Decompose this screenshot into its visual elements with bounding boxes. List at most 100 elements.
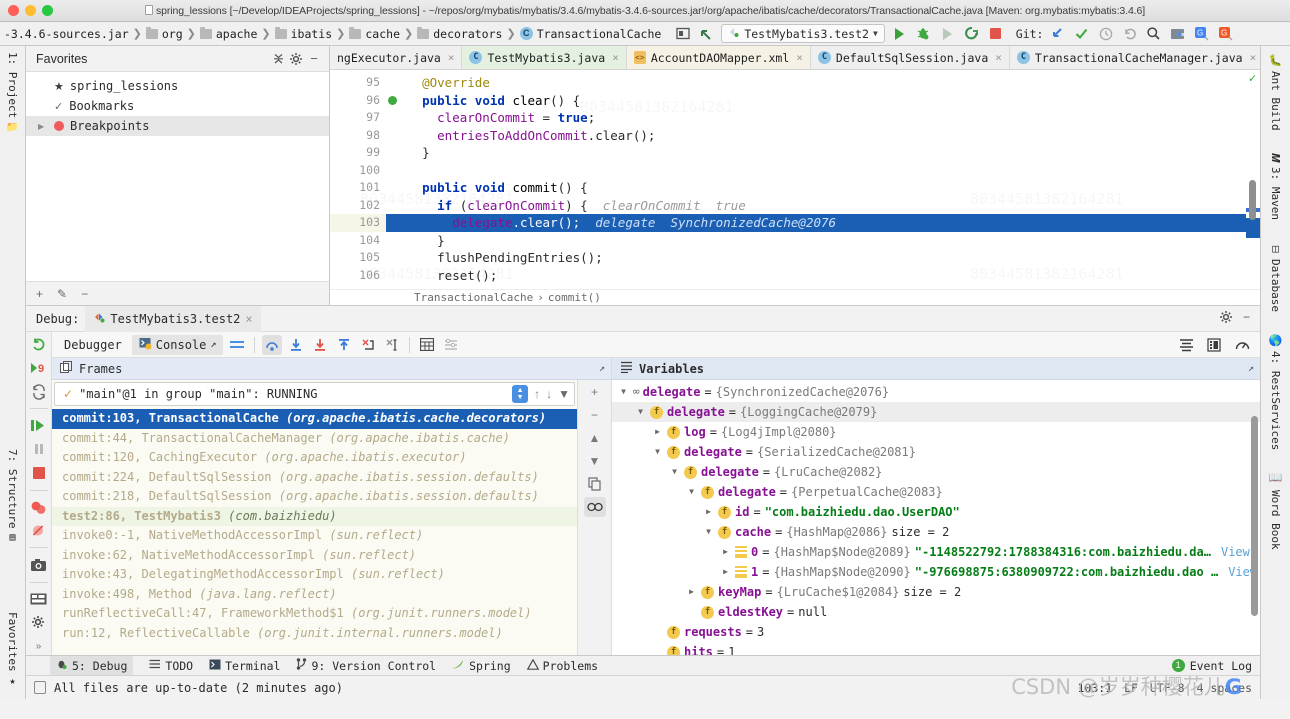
variable-row[interactable]: ▼ f delegate = {LruCache@2082} — [612, 462, 1260, 482]
variable-row[interactable]: f requests = 3 — [612, 622, 1260, 642]
variable-row[interactable]: ▼ f delegate = {SerializedCache@2081} — [612, 442, 1260, 462]
git-update-icon[interactable] — [1048, 24, 1067, 43]
sidebar-item-ant-build[interactable]: 🐛 Ant Build — [1269, 54, 1282, 131]
copy-icon[interactable] — [584, 474, 606, 494]
variables-tree[interactable]: ▼ ∞ delegate = {SynchronizedCache@2076} ▼ f del… — [612, 380, 1260, 655]
variable-row[interactable]: ▼ f delegate = {PerpetualCache@2083} — [612, 482, 1260, 502]
expand-triangle-icon[interactable]: ▶ — [720, 542, 731, 562]
grammar-checker-icon[interactable]: G — [1216, 24, 1235, 43]
tool-window-version-control[interactable]: 9: Version Control — [296, 658, 436, 673]
resume-icon[interactable] — [29, 417, 49, 434]
code-editor[interactable]: 80344581382164281 80344581382164281 8034… — [330, 70, 1260, 289]
close-session-icon[interactable]: × — [245, 312, 252, 326]
hide-panel-icon[interactable]: − — [1243, 310, 1250, 327]
tab-debugger[interactable]: Debugger — [58, 338, 128, 352]
expand-arrow-icon[interactable]: ▶ — [38, 122, 48, 131]
git-commit-icon[interactable] — [1072, 24, 1091, 43]
run-with-coverage-button[interactable] — [938, 24, 957, 43]
remove-favorite-button[interactable]: − — [81, 287, 88, 301]
line-number[interactable]: 100 — [330, 162, 386, 180]
minimize-tool-window-icon[interactable] — [673, 24, 692, 43]
resume-program-icon[interactable]: 9 — [29, 359, 49, 376]
search-icon[interactable] — [1144, 24, 1163, 43]
more-actions-icon[interactable]: » — [29, 637, 49, 654]
line-number[interactable]: 96 — [330, 92, 397, 110]
line-number[interactable]: 99 — [330, 144, 386, 162]
line-number[interactable]: 102 — [330, 197, 386, 215]
editor-tab-defaultsqlsession[interactable]: C DefaultSqlSession.java × — [810, 46, 1010, 69]
tool-window-spring[interactable]: Spring — [452, 658, 511, 673]
frames-down-icon[interactable]: ↓ — [546, 387, 552, 401]
collapse-triangle-icon[interactable]: ▼ — [703, 522, 714, 542]
expand-triangle-icon[interactable]: ▶ — [652, 422, 663, 442]
variables-scrollbar-thumb[interactable] — [1251, 416, 1258, 616]
favorites-item-project[interactable]: ★ spring_lessions — [26, 76, 329, 96]
tab-console[interactable]: Console ↗ — [131, 334, 224, 355]
close-tab-icon[interactable]: × — [448, 51, 455, 64]
variable-row[interactable]: ▶ f keyMap = {LruCache$1@2084} size = 2 — [612, 582, 1260, 602]
collapse-triangle-icon[interactable]: ▼ — [618, 382, 629, 402]
variable-row[interactable]: ▶ f id = "com.baizhiedu.dao.UserDAO" — [612, 502, 1260, 522]
sidebar-item-maven[interactable]: 𝑴 3: Maven — [1269, 153, 1282, 220]
google-translate-icon[interactable]: G — [1192, 24, 1211, 43]
variable-row[interactable]: ▼ ∞ delegate = {SynchronizedCache@2076} — [612, 382, 1260, 402]
gear-icon[interactable] — [1219, 310, 1233, 327]
code-line[interactable]: flushPendingEntries(); — [386, 249, 1246, 267]
indent-setting[interactable]: 4 spaces — [1197, 681, 1252, 695]
stack-frame-row[interactable]: test2:86, TestMybatis3 (com.baizhiedu) — [52, 506, 577, 526]
debug-session-tab[interactable]: TestMybatis3.test2 × — [85, 305, 261, 332]
show-execution-point-icon[interactable] — [227, 335, 247, 355]
run-configuration-selector[interactable]: TestMybatis3.test2 ▼ — [721, 24, 885, 43]
line-number[interactable]: 104 — [330, 232, 386, 250]
favorites-item-breakpoints[interactable]: ▶ Breakpoints — [26, 116, 329, 136]
stack-frame-row[interactable]: runReflectiveCall:47, FrameworkMethod$1 … — [52, 604, 577, 624]
stop-button[interactable] — [986, 24, 1005, 43]
stack-frame-row[interactable]: invoke:62, NativeMethodAccessorImpl (sun… — [52, 546, 577, 566]
close-tab-icon[interactable]: × — [995, 51, 1002, 64]
event-log-area[interactable]: 1 Event Log — [1171, 659, 1260, 673]
expand-triangle-icon[interactable]: ▶ — [703, 502, 714, 522]
settings-gear-icon[interactable] — [29, 614, 49, 631]
stack-frame-row[interactable]: commit:218, DefaultSqlSession (org.apach… — [52, 487, 577, 507]
mute-breakpoints-icon[interactable] — [29, 383, 49, 400]
layout-icon[interactable] — [29, 591, 49, 608]
variable-row[interactable]: ▼ f cache = {HashMap@2086} size = 2 — [612, 522, 1260, 542]
collapse-all-icon[interactable] — [269, 50, 287, 68]
collapse-triangle-icon[interactable]: ▼ — [652, 442, 663, 462]
thread-selector[interactable]: ✓ "main"@1 in group "main": RUNNING ▲ ▼ ↑… — [54, 382, 575, 406]
move-up-icon[interactable]: ▲ — [584, 428, 606, 448]
rerun-icon[interactable] — [29, 336, 49, 353]
attach-profiler-button[interactable] — [962, 24, 981, 43]
view-value-link[interactable]: View — [1221, 542, 1250, 562]
breadcrumb-method-label[interactable]: commit() — [548, 291, 601, 304]
breadcrumb-item-org[interactable]: org — [144, 26, 185, 41]
chevron-down-icon[interactable]: ▼ — [873, 29, 878, 38]
stack-frame-row[interactable]: commit:44, TransactionalCacheManager (or… — [52, 429, 577, 449]
sidebar-item-word-book[interactable]: 📖 Word Book — [1269, 472, 1282, 549]
line-number[interactable]: 105 — [330, 249, 386, 267]
breakpoint-icon[interactable] — [388, 95, 397, 105]
pin-icon[interactable]: ↗ — [599, 363, 611, 374]
run-button[interactable] — [890, 24, 909, 43]
sidebar-item-structure[interactable]: 7: Structure ▤ — [6, 443, 19, 549]
gear-icon[interactable] — [287, 50, 305, 68]
hide-panel-icon[interactable]: − — [305, 50, 323, 68]
filter-icon[interactable]: ▼ — [558, 387, 570, 401]
breadcrumb-item-jar[interactable]: -3.4.6-sources.jar — [2, 27, 131, 41]
expand-triangle-icon[interactable]: ▶ — [686, 582, 697, 602]
variable-row[interactable]: ▼ f delegate = {LoggingCache@2079} — [612, 402, 1260, 422]
collapse-triangle-icon[interactable]: ▼ — [635, 402, 646, 422]
add-watch-icon[interactable]: + — [584, 382, 606, 402]
line-number[interactable]: 106 — [330, 267, 386, 285]
variable-row[interactable]: ▶ f log = {Log4jImpl@2080} — [612, 422, 1260, 442]
line-number[interactable]: 98 — [330, 127, 386, 145]
editor-scrollbar[interactable]: ✓ — [1246, 70, 1260, 289]
line-separator[interactable]: LF — [1124, 681, 1138, 695]
settings-lines-icon[interactable] — [1176, 335, 1196, 355]
tool-window-problems[interactable]: Problems — [526, 658, 598, 673]
settings-filter-icon[interactable] — [441, 335, 461, 355]
code-line[interactable]: if (clearOnCommit) { clearOnCommit true — [386, 197, 1246, 215]
expand-triangle-icon[interactable]: ▶ — [720, 562, 731, 582]
stack-frame-row[interactable]: commit:103, TransactionalCache (org.apac… — [52, 409, 577, 429]
sidebar-item-favorites[interactable]: Favorites ★ — [6, 606, 19, 693]
